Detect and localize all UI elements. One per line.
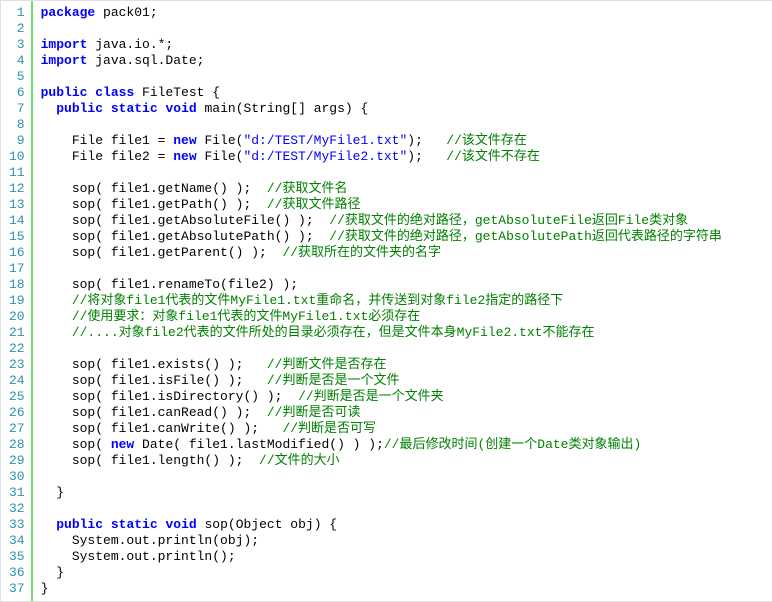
code-line: sop( file1.getAbsolutePath() ); //获取文件的绝… [41, 229, 772, 245]
code-line: sop( file1.getName() ); //获取文件名 [41, 181, 772, 197]
code-line: public class FileTest { [41, 85, 772, 101]
code-line: //使用要求：对象file1代表的文件MyFile1.txt必须存在 [41, 309, 772, 325]
code-line: import java.io.*; [41, 37, 772, 53]
code-line: sop( file1.getPath() ); //获取文件路径 [41, 197, 772, 213]
line-number-gutter: 1 2 3 4 5 6 7 8 9 10 11 12 13 14 15 16 1… [1, 1, 33, 601]
code-line: } [41, 581, 772, 597]
code-line: sop( file1.getParent() ); //获取所在的文件夹的名字 [41, 245, 772, 261]
code-line: sop( file1.exists() ); //判断文件是否存在 [41, 357, 772, 373]
code-line [41, 21, 772, 37]
code-line: //....对象file2代表的文件所处的目录必须存在，但是文件本身MyFile… [41, 325, 772, 341]
code-line: System.out.println(); [41, 549, 772, 565]
code-line: //将对象file1代表的文件MyFile1.txt重命名，并传送到对象file… [41, 293, 772, 309]
code-line: File file2 = new File("d:/TEST/MyFile2.t… [41, 149, 772, 165]
code-line: System.out.println(obj); [41, 533, 772, 549]
code-line: sop( file1.renameTo(file2) ); [41, 277, 772, 293]
code-line [41, 341, 772, 357]
code-line [41, 117, 772, 133]
code-line: sop( file1.getAbsoluteFile() ); //获取文件的绝… [41, 213, 772, 229]
code-line [41, 165, 772, 181]
code-line [41, 469, 772, 485]
code-line: sop( file1.length() ); //文件的大小 [41, 453, 772, 469]
code-line: import java.sql.Date; [41, 53, 772, 69]
code-line: } [41, 485, 772, 501]
code-line: public static void main(String[] args) { [41, 101, 772, 117]
code-line: sop( new Date( file1.lastModified() ) );… [41, 437, 772, 453]
code-content: package pack01; import java.io.*;import … [33, 1, 772, 601]
code-block: 1 2 3 4 5 6 7 8 9 10 11 12 13 14 15 16 1… [0, 0, 772, 602]
code-line [41, 261, 772, 277]
code-line: sop( file1.canWrite() ); //判断是否可写 [41, 421, 772, 437]
code-line: public static void sop(Object obj) { [41, 517, 772, 533]
code-line: sop( file1.canRead() ); //判断是否可读 [41, 405, 772, 421]
code-line: sop( file1.isDirectory() ); //判断是否是一个文件夹 [41, 389, 772, 405]
code-line: File file1 = new File("d:/TEST/MyFile1.t… [41, 133, 772, 149]
code-line [41, 501, 772, 517]
code-line [41, 69, 772, 85]
code-line: sop( file1.isFile() ); //判断是否是一个文件 [41, 373, 772, 389]
code-line: package pack01; [41, 5, 772, 21]
code-line: } [41, 565, 772, 581]
